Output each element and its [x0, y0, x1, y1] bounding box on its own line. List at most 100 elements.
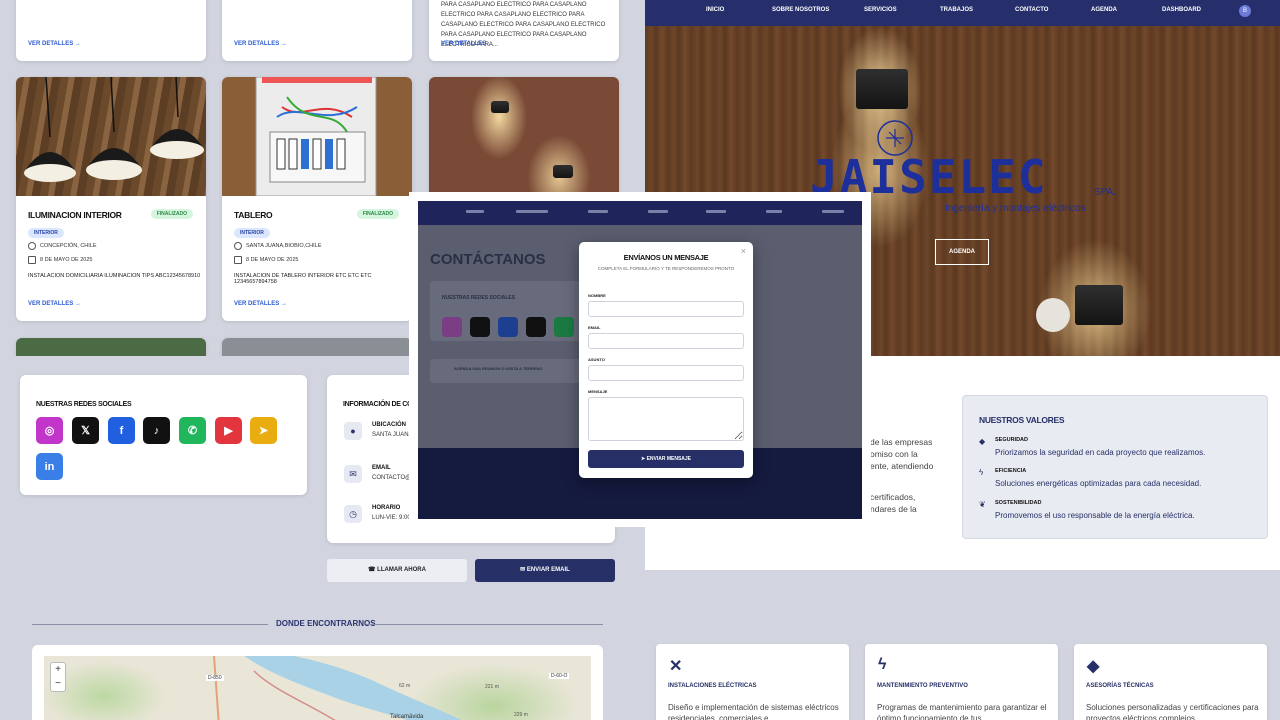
values-title: NUESTROS VALORES [979, 415, 1065, 425]
shield-icon: ◆ [1087, 658, 1100, 675]
project-card[interactable]: ILUMINACION INTERIOR FINALIZADO INTERIOR… [16, 77, 206, 321]
name-label: NOMBRE [588, 293, 606, 298]
zoom-in-button[interactable]: + [51, 663, 65, 677]
linkedin-icon[interactable]: in [36, 453, 63, 480]
location-pin-icon: ● [344, 422, 362, 440]
service-desc: Soluciones personalizadas y certificacio… [1086, 703, 1259, 720]
nav-sobre-nosotros[interactable]: SOBRE NOSOTROS [772, 7, 829, 13]
nav-trabajos[interactable]: TRABAJOS [940, 7, 973, 13]
whatsapp-icon[interactable]: ✆ [179, 417, 206, 444]
wall-lamp [1075, 285, 1123, 325]
name-field[interactable] [588, 301, 744, 317]
backdrop-nav-item [648, 210, 668, 213]
backdrop-social-title: NUESTRAS REDES SOCIALES [442, 295, 516, 301]
send-email-label: ENVIAR EMAIL [526, 567, 570, 573]
location-map[interactable]: D-850 D-60-O Talcamávida 62 m 221 m 229 … [44, 656, 591, 720]
leaf-icon: ❦ [979, 500, 986, 509]
nav-inicio[interactable]: INICIO [706, 7, 724, 13]
status-badge: FINALIZADO [356, 209, 399, 219]
call-now-button[interactable]: ☎ LLAMAR AHORA [327, 559, 467, 582]
details-link[interactable]: VER DETALLES → [234, 41, 287, 47]
about-text: certificados, [870, 492, 916, 502]
project-card[interactable]: VER DETALLES → [16, 0, 206, 61]
values-card: NUESTROS VALORES ◆ SEGURIDAD Priorizamos… [962, 395, 1268, 539]
calendar-icon [234, 256, 242, 264]
details-link[interactable]: VER DETALLES → [234, 301, 287, 307]
project-image [429, 77, 619, 196]
top-navbar: INICIO SOBRE NOSOTROS SERVICIOS TRABAJOS… [645, 0, 1280, 26]
divider [366, 624, 603, 625]
value-title: SOSTENIBILIDAD [995, 500, 1042, 506]
telegram-icon[interactable]: ➤ [250, 417, 277, 444]
category-badge: INTERIOR [28, 228, 64, 238]
bolt-icon: ϟ [979, 468, 984, 477]
youtube-icon[interactable]: ▶ [215, 417, 242, 444]
service-card[interactable]: ϟ MANTENIMIENTO PREVENTIVO Programas de … [865, 644, 1058, 720]
facebook-icon[interactable]: f [108, 417, 135, 444]
project-card[interactable]: PARA CASAPLANO ELECTRICO PARA CASAPLANO … [429, 0, 619, 61]
bolt-icon: ϟ [878, 656, 887, 673]
project-location: CONCEPCIÓN, CHILE [28, 242, 97, 250]
about-text: ndares de la [870, 504, 917, 514]
service-title: INSTALACIONES ELÉCTRICAS [668, 683, 757, 689]
details-link[interactable]: VER DETALLES → [441, 41, 494, 47]
date-text: 8 DE MAYO DE 2025 [40, 257, 93, 263]
nav-dashboard[interactable]: DASHBOARD [1162, 7, 1201, 13]
contact-modal-screenshot: CONTÁCTANOS NUESTRAS REDES SOCIALES AGEN… [409, 192, 871, 527]
backdrop-social-icon [470, 317, 490, 337]
location-text: CONCEPCIÓN, CHILE [40, 243, 97, 249]
category-badge: INTERIOR [234, 228, 270, 238]
agenda-button[interactable]: AGENDA [935, 239, 989, 265]
map-elevation-label: 221 m [485, 684, 499, 690]
project-card[interactable]: VER DETALLES → [222, 0, 412, 61]
message-field[interactable] [588, 397, 744, 441]
instagram-icon[interactable]: ◎ [36, 417, 63, 444]
project-date: 8 DE MAYO DE 2025 [28, 256, 92, 264]
send-message-modal: × ENVÍANOS UN MENSAJE COMPLETA EL FORMUL… [579, 242, 753, 478]
nav-contacto[interactable]: CONTACTO [1015, 7, 1048, 13]
value-desc: Soluciones energéticas optimizadas para … [995, 479, 1202, 488]
send-message-button[interactable]: ➤ ENVIAR MENSAJE [588, 450, 744, 468]
send-message-label: ENVIAR MENSAJE [646, 456, 692, 462]
map-title: DONDE ENCONTRARNOS [276, 619, 376, 628]
project-card[interactable]: TABLERO FINALIZADO INTERIOR SANTA JUANA,… [222, 77, 412, 321]
backdrop-nav-item [766, 210, 782, 213]
send-email-button[interactable]: ✉ ENVIAR EMAIL [475, 559, 615, 582]
calendar-icon [28, 256, 36, 264]
value-desc: Priorizamos la seguridad en cada proyect… [995, 448, 1206, 457]
value-title: EFICIENCIA [995, 468, 1027, 474]
details-link[interactable]: VER DETALLES → [28, 301, 81, 307]
envelope-icon: ✉ [344, 465, 362, 483]
project-card[interactable] [16, 338, 206, 356]
about-text: de las empresas [870, 437, 933, 447]
tiktok-icon[interactable]: ♪ [143, 417, 170, 444]
map-zoom-control[interactable]: + − [50, 662, 66, 692]
divider [32, 624, 268, 625]
shield-icon: ◆ [979, 437, 986, 446]
info-label: HORARIO [372, 505, 401, 511]
twitter-icon[interactable]: 𝕏 [72, 417, 99, 444]
project-date: 8 DE MAYO DE 2025 [234, 256, 298, 264]
map-heading: DONDE ENCONTRARNOS [32, 619, 603, 629]
location-pin-icon [234, 242, 242, 250]
service-card[interactable]: ◆ ASESORÍAS TÉCNICAS Soluciones personal… [1074, 644, 1267, 720]
brand-suffix: SPA. [1094, 187, 1117, 198]
about-text: ente, atendiendo [870, 461, 934, 471]
details-link[interactable]: VER DETALLES → [28, 41, 81, 47]
zoom-out-button[interactable]: − [51, 677, 65, 691]
service-card[interactable]: ✕ INSTALACIONES ELÉCTRICAS Diseño e impl… [656, 644, 849, 720]
backdrop-nav-item [822, 210, 844, 213]
email-field[interactable] [588, 333, 744, 349]
backdrop-social-icon [554, 317, 574, 337]
user-avatar[interactable]: B [1239, 5, 1251, 17]
service-desc: Diseño e implementación de sistemas eléc… [668, 703, 839, 720]
phone-icon: ☎ [368, 567, 378, 573]
project-title: ILUMINACION INTERIOR [28, 210, 122, 220]
backdrop-social-icon [442, 317, 462, 337]
project-description: INSTALACION DOMICILIARIA ILUMINACION TIP… [28, 273, 201, 279]
project-card[interactable] [222, 338, 412, 356]
nav-agenda[interactable]: AGENDA [1091, 7, 1117, 13]
subject-field[interactable] [588, 365, 744, 381]
nav-servicios[interactable]: SERVICIOS [864, 7, 897, 13]
project-title: TABLERO [234, 210, 273, 220]
